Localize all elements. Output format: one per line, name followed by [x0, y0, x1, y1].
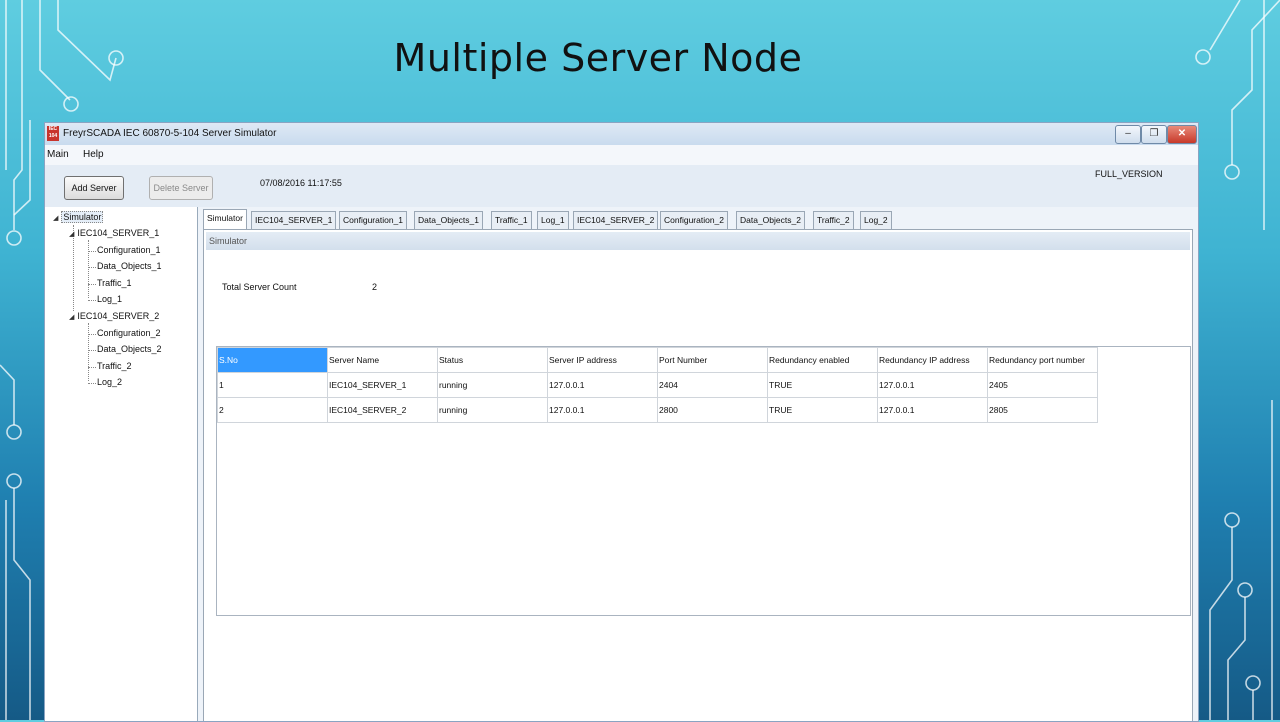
tab-data-objects-2[interactable]: Data_Objects_2: [736, 211, 805, 229]
tab-traffic-1[interactable]: Traffic_1: [491, 211, 532, 229]
server-grid[interactable]: S.No Server Name Status Server IP addres…: [216, 346, 1191, 616]
table-row[interactable]: 2 IEC104_SERVER_2 running 127.0.0.1 2800…: [217, 397, 1098, 423]
table-cell[interactable]: 2: [217, 397, 328, 423]
tree-connector: [88, 350, 96, 351]
menu-help[interactable]: Help: [83, 149, 104, 160]
table-cell[interactable]: running: [437, 397, 548, 423]
app-icon: IEC 104: [47, 126, 59, 141]
slide-title: Multiple Server Node: [393, 36, 803, 80]
tree-connector: [88, 334, 96, 335]
window-title: FreyrSCADA IEC 60870-5-104 Server Simula…: [63, 128, 277, 139]
tree-connector: [88, 240, 89, 298]
version-label: FULL_VERSION: [1095, 169, 1163, 179]
menu-main[interactable]: Main: [47, 149, 69, 160]
column-header-server-name[interactable]: Server Name: [327, 347, 438, 373]
table-cell[interactable]: 2800: [657, 397, 768, 423]
close-button[interactable]: ✕: [1167, 125, 1197, 144]
tree-node-configuration-2[interactable]: Configuration_2: [97, 328, 161, 338]
table-header-row: S.No Server Name Status Server IP addres…: [217, 347, 1098, 373]
tab-iec104-server-1[interactable]: IEC104_SERVER_1: [251, 211, 337, 229]
tree-node-data-objects-2[interactable]: Data_Objects_2: [97, 344, 162, 354]
tab-log-2[interactable]: Log_2: [860, 211, 892, 229]
server-table: S.No Server Name Status Server IP addres…: [217, 347, 1098, 423]
tree-node-traffic-2[interactable]: Traffic_2: [97, 361, 132, 371]
column-header-server-ip[interactable]: Server IP address: [547, 347, 658, 373]
table-cell[interactable]: TRUE: [767, 397, 878, 423]
tree-connector: [88, 323, 89, 381]
table-cell[interactable]: IEC104_SERVER_2: [327, 397, 438, 423]
tab-configuration-1[interactable]: Configuration_1: [339, 211, 408, 229]
tree-node-traffic-1[interactable]: Traffic_1: [97, 278, 132, 288]
column-header-port-number[interactable]: Port Number: [657, 347, 768, 373]
table-cell[interactable]: 127.0.0.1: [547, 372, 658, 398]
table-cell[interactable]: 127.0.0.1: [547, 397, 658, 423]
datetime-display: 07/08/2016 11:17:55: [260, 178, 342, 188]
tab-traffic-2[interactable]: Traffic_2: [813, 211, 854, 229]
expanded-arrow-icon[interactable]: ◢: [53, 215, 58, 222]
tree-node-simulator[interactable]: ◢ Simulator: [53, 211, 104, 223]
expanded-arrow-icon[interactable]: ◢: [69, 231, 74, 238]
table-cell[interactable]: 127.0.0.1: [877, 397, 988, 423]
tree-node-log-1[interactable]: Log_1: [97, 294, 122, 304]
table-row[interactable]: 1 IEC104_SERVER_1 running 127.0.0.1 2404…: [217, 372, 1098, 398]
tree-node-configuration-1[interactable]: Configuration_1: [97, 245, 161, 255]
total-server-count-label: Total Server Count: [222, 282, 297, 292]
table-cell[interactable]: 127.0.0.1: [877, 372, 988, 398]
table-cell[interactable]: running: [437, 372, 548, 398]
expanded-arrow-icon[interactable]: ◢: [69, 314, 74, 321]
column-header-sno[interactable]: S.No: [217, 347, 328, 373]
toolbar: Add Server Delete Server 07/08/2016 11:1…: [45, 165, 1198, 207]
simulator-window: IEC 104 FreyrSCADA IEC 60870-5-104 Serve…: [44, 122, 1199, 722]
tree-node-log-2[interactable]: Log_2: [97, 377, 122, 387]
table-cell[interactable]: 2405: [987, 372, 1098, 398]
table-cell[interactable]: 2805: [987, 397, 1098, 423]
column-header-redundancy-enabled[interactable]: Redundancy enabled: [767, 347, 878, 373]
table-cell[interactable]: 2404: [657, 372, 768, 398]
tree-connector: [88, 300, 96, 301]
tree-connector: [88, 251, 96, 252]
maximize-button[interactable]: ❐: [1141, 125, 1167, 144]
menu-bar: Main Help: [45, 145, 1198, 165]
tree-node-server-1[interactable]: ◢ IEC104_SERVER_1: [69, 228, 159, 238]
tab-configuration-2[interactable]: Configuration_2: [660, 211, 729, 229]
minimize-button[interactable]: –: [1115, 125, 1141, 144]
tree-connector: [88, 367, 96, 368]
column-header-redundancy-ip[interactable]: Redundancy IP address: [877, 347, 988, 373]
add-server-button[interactable]: Add Server: [64, 176, 124, 200]
title-bar[interactable]: IEC 104 FreyrSCADA IEC 60870-5-104 Serve…: [45, 123, 1198, 145]
tree-node-data-objects-1[interactable]: Data_Objects_1: [97, 261, 162, 271]
tree-connector: [88, 284, 96, 285]
navigation-tree: ◢ Simulator ◢ IEC104_SERVER_1 Configuratio…: [45, 207, 198, 721]
table-cell[interactable]: TRUE: [767, 372, 878, 398]
delete-server-button[interactable]: Delete Server: [149, 176, 213, 200]
tab-iec104-server-2[interactable]: IEC104_SERVER_2: [573, 211, 659, 229]
tab-log-1[interactable]: Log_1: [537, 211, 569, 229]
tab-data-objects-1[interactable]: Data_Objects_1: [414, 211, 483, 229]
table-cell[interactable]: 1: [217, 372, 328, 398]
tree-connector: [88, 383, 96, 384]
table-cell[interactable]: IEC104_SERVER_1: [327, 372, 438, 398]
panel-header: Simulator: [206, 232, 1190, 250]
column-header-redundancy-port[interactable]: Redundancy port number: [987, 347, 1098, 373]
tab-simulator[interactable]: Simulator: [203, 209, 247, 229]
tree-node-server-2[interactable]: ◢ IEC104_SERVER_2: [69, 311, 159, 321]
column-header-status[interactable]: Status: [437, 347, 548, 373]
tree-connector: [88, 267, 96, 268]
total-server-count-value: 2: [372, 282, 378, 292]
simulator-panel: Simulator Total Server Count 2 S.No Serv…: [203, 229, 1193, 721]
